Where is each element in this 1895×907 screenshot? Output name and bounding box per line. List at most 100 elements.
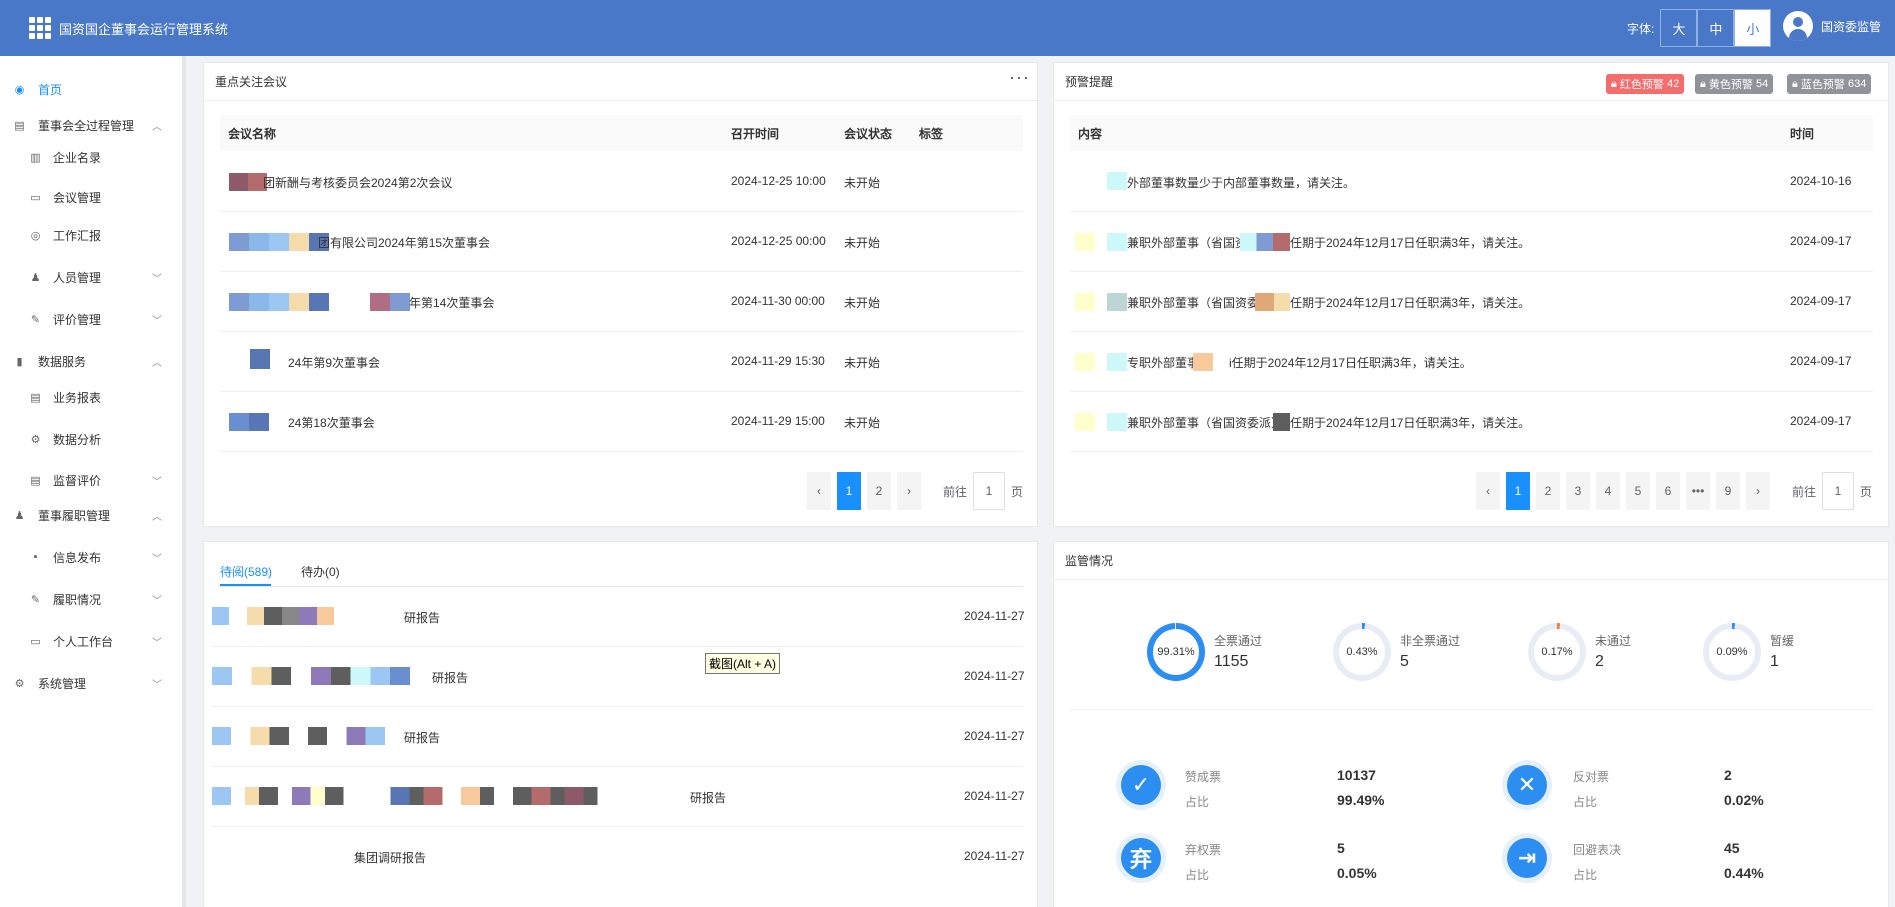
list-item[interactable]: 研报告 2024-11-27 [212,647,1025,707]
prev-page-button[interactable]: ‹ [1476,472,1500,510]
meeting-name[interactable]: 团新酬与考核委员会2024第2次会议 [263,174,452,191]
sidebar-item-duty-status[interactable]: ✎ 履职情况 ﹀ [0,588,182,610]
tab-to-read[interactable]: 待阅(589) [220,563,272,580]
document-icon: ▤ [14,119,25,132]
report-title[interactable]: 研报告 [404,609,440,626]
warning-content-tail[interactable]: 任期于2024年12月17日任职满3年，请关注。 [1290,414,1530,431]
font-large-button[interactable]: 大 [1660,9,1698,47]
sidebar-item-board-process[interactable]: ▤ 董事会全过程管理 ︿ [0,114,182,136]
sidebar-item-business-report[interactable]: ▤ 业务报表 [0,386,182,408]
list-item[interactable]: 研报告 2024-11-27 [212,767,1025,827]
next-page-button[interactable]: › [1746,472,1770,510]
monitor-icon: ▭ [30,635,41,648]
user-avatar-icon[interactable] [1783,11,1813,41]
goto-page-input[interactable]: 1 [1822,472,1855,510]
abstain-badge: 弃 [1116,833,1166,883]
sidebar-item-label: 监督评价 [53,473,102,488]
page-button[interactable]: 2 [1536,472,1560,510]
page-button[interactable]: 3 [1566,472,1590,510]
warning-content[interactable]: 专职外部董事 [1127,354,1199,371]
chevron-down-icon: ﹀ [152,680,162,691]
sidebar-item-company-list[interactable]: ▥ 企业名录 [0,146,182,168]
redacted-block [370,293,410,311]
sidebar-item-director-duty[interactable]: ♟ 董事履职管理 ︿ [0,504,182,526]
table-row[interactable]: 专职外部董事 i任期于2024年12月17日任职满3年，请关注。 2024-09… [1070,332,1873,392]
table-row[interactable]: 团新酬与考核委员会2024第2次会议 2024-12-25 10:00 未开始 [220,152,1023,212]
ratio-label: 占比 [1185,795,1210,809]
page-button[interactable]: 9 [1716,472,1740,510]
list-item[interactable]: 研报告 2024-11-27 [212,587,1025,647]
sidebar-item-supervision-evaluation[interactable]: ▤ 监督评价 ﹀ [0,469,182,491]
meeting-name[interactable]: 年第14次董事会 [409,294,494,311]
page-button[interactable]: 4 [1596,472,1620,510]
next-page-button[interactable]: › [897,472,921,510]
page-button[interactable]: 1 [837,472,861,510]
chevron-down-icon: ﹀ [152,477,162,488]
sidebar-item-label: 数据分析 [53,432,102,447]
yellow-warning-badge[interactable]: 🔒︎ 黄色预警 54 [1695,74,1774,94]
red-warning-badge[interactable]: 🔒︎ 红色预警 42 [1606,74,1685,94]
sidebar-item-personnel[interactable]: ♟ 人员管理 ﹀ [0,266,182,288]
meetings-table-header: 会议名称 召开时间 会议状态 标签 [220,115,1023,151]
list-item[interactable]: 研报告 2024-11-27 [212,707,1025,767]
report-title[interactable]: 研报告 [404,729,440,746]
page-button[interactable]: 5 [1626,472,1650,510]
top-bar: 国资国企董事会运行管理系统 字体: 大 中 小 国资委监管 [0,0,1895,56]
chevron-up-icon: ︿ [152,122,162,133]
meeting-status: 未开始 [844,176,881,190]
list-item[interactable]: 集团调研报告 2024-11-27 [212,827,1025,887]
font-medium-button[interactable]: 中 [1697,9,1735,47]
meeting-name[interactable]: 团有限公司2024年第15次董事会 [318,234,490,251]
report-title[interactable]: 研报告 [690,789,726,806]
warning-content-tail[interactable]: 任期于2024年12月17日任职满3年，请关注。 [1290,294,1530,311]
table-row[interactable]: 24年第9次董事会 2024-11-29 15:30 未开始 [220,332,1023,392]
page-unit-label: 页 [1860,484,1873,499]
warning-content-tail[interactable]: i任期于2024年12月17日任职满3年，请关注。 [1229,354,1472,371]
font-small-button[interactable]: 小 [1734,9,1772,47]
tab-to-do[interactable]: 待办(0) [301,563,340,580]
table-row[interactable]: 外部董事数量少于内部董事数量，请关注。 2024-10-16 [1070,152,1873,212]
analysis-icon: ⚙ [30,433,41,446]
more-pages-button[interactable]: ••• [1686,472,1710,510]
blue-warning-badge[interactable]: 🔒︎ 蓝色预警 634 [1787,74,1872,94]
report-date: 2024-11-27 [964,669,1025,683]
table-row[interactable]: 兼职外部董事（省国资委派） 任期于2024年12月17日任职满3年，请关注。 2… [1070,272,1873,332]
table-row[interactable]: 24第18次董事会 2024-11-29 15:00 未开始 [220,392,1023,452]
sidebar-item-info-publish[interactable]: ▪ 信息发布 ﹀ [0,546,182,568]
user-name[interactable]: 国资委监管 [1821,18,1881,35]
sidebar-item-data-analysis[interactable]: ⚙ 数据分析 [0,428,182,450]
sidebar-item-data-service[interactable]: ▮ 数据服务 ︿ [0,350,182,372]
sidebar-item-system-management[interactable]: ⚙ 系统管理 ﹀ [0,672,182,694]
table-row[interactable]: 年第14次董事会 2024-11-30 00:00 未开始 [220,272,1023,332]
warning-content-tail[interactable]: 任期于2024年12月17日任职满3年，请关注。 [1290,234,1530,251]
more-ellipsis-icon[interactable]: ··· [1009,67,1030,88]
prev-page-button[interactable]: ‹ [807,472,831,510]
sidebar-item-evaluation[interactable]: ✎ 评价管理 ﹀ [0,308,182,330]
chevron-up-icon: ︿ [152,512,162,523]
page-button[interactable]: 6 [1656,472,1680,510]
page-button[interactable]: 1 [1506,472,1530,510]
report-title[interactable]: 集团调研报告 [354,849,426,866]
warning-content[interactable]: 兼职外部董事（省国资委派） [1127,414,1283,431]
sidebar-item-meeting-management[interactable]: ▭ 会议管理 [0,186,182,208]
goto-page-input[interactable]: 1 [973,472,1006,510]
vote-ratio: 0.44% [1724,865,1764,881]
warning-content[interactable]: 外部董事数量少于内部董事数量，请关注。 [1127,174,1355,191]
stat-label: 暂缓 [1770,634,1795,648]
ring-percent: 0.09% [1709,629,1755,675]
people-icon: ♟ [30,271,41,284]
meeting-name[interactable]: 24年第9次董事会 [288,354,380,371]
table-row[interactable]: 兼职外部董事（省国资委委 任期于2024年12月17日任职满3年，请关注。 20… [1070,212,1873,272]
meeting-status: 未开始 [844,296,881,310]
report-title[interactable]: 研报告 [432,669,468,686]
table-row[interactable]: 团有限公司2024年第15次董事会 2024-12-25 00:00 未开始 [220,212,1023,272]
sidebar-item-work-report[interactable]: ◎ 工作汇报 [0,224,182,246]
sidebar: ◉ 首页 ▤ 董事会全过程管理 ︿ ▥ 企业名录 ▭ 会议管理 ◎ 工作汇报 ♟ 人员管理 ﹀ … [0,56,186,907]
sidebar-item-home[interactable]: ◉ 首页 [0,78,182,100]
meeting-name[interactable]: 24第18次董事会 [288,414,375,431]
table-row[interactable]: 兼职外部董事（省国资委派） 任期于2024年12月17日任职满3年，请关注。 2… [1070,392,1873,452]
user-menu[interactable]: 国资委监管 [1783,11,1881,41]
document-icon: ▤ [30,474,41,487]
sidebar-item-personal-workbench[interactable]: ▭ 个人工作台 ﹀ [0,630,182,652]
page-button[interactable]: 2 [867,472,891,510]
